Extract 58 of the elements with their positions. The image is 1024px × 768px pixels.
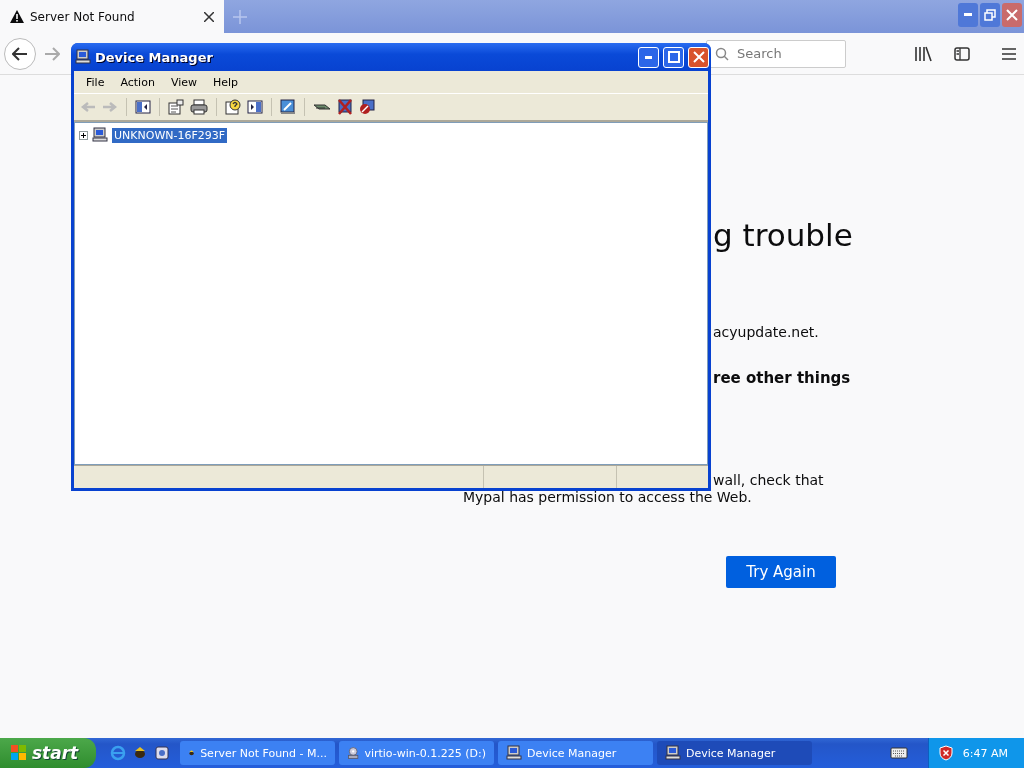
taskbar-button[interactable]: Server Not Found - M...: [180, 741, 335, 765]
try-again-button[interactable]: Try Again: [726, 556, 836, 588]
taskbar-button[interactable]: virtio-win-0.1.225 (D:): [339, 741, 494, 765]
printer-icon[interactable]: [190, 99, 208, 115]
back-button[interactable]: [4, 37, 36, 70]
keyboard-icon[interactable]: [889, 747, 908, 759]
search-icon: [715, 46, 729, 61]
restore-icon: [984, 9, 996, 21]
windows-logo-icon: [10, 744, 28, 762]
console-tree-icon[interactable]: [135, 100, 151, 114]
expand-icon[interactable]: [79, 130, 88, 140]
error-text: Mypal has permission to access the Web.: [463, 489, 753, 505]
computer-icon: [506, 745, 522, 761]
help-icon[interactable]: [225, 99, 241, 115]
menu-item[interactable]: View: [162, 75, 205, 89]
close-icon: [1006, 9, 1018, 21]
computer-icon: [92, 127, 108, 143]
taskbar-button[interactable]: Device Manager: [498, 741, 653, 765]
minimize-icon: [964, 13, 972, 17]
restore-button[interactable]: [980, 3, 1000, 27]
error-text: wall, check that: [713, 472, 825, 488]
maximize-button[interactable]: [663, 46, 684, 68]
sidebar-icon[interactable]: [954, 46, 970, 61]
close-button[interactable]: [688, 46, 709, 68]
minimize-button[interactable]: [638, 46, 659, 68]
action-pane-icon[interactable]: [247, 100, 263, 114]
browser-tab[interactable]: Server Not Found: [0, 0, 224, 33]
uninstall-icon[interactable]: [337, 99, 353, 115]
maximize-icon: [667, 51, 680, 63]
computer-icon: [75, 49, 91, 65]
search-box[interactable]: Search: [706, 39, 846, 68]
shield-icon[interactable]: [938, 745, 953, 761]
disable-icon[interactable]: [359, 99, 375, 115]
computer-icon: [665, 745, 681, 761]
close-icon[interactable]: [204, 11, 214, 22]
menu-item[interactable]: Help: [205, 75, 247, 89]
error-heading: g trouble: [713, 217, 854, 253]
taskbar-button[interactable]: Device Manager: [657, 741, 812, 765]
close-button[interactable]: [1002, 3, 1022, 27]
search-field[interactable]: Search: [735, 45, 829, 62]
properties-icon[interactable]: [168, 99, 184, 115]
minimize-button[interactable]: [958, 3, 978, 27]
minimize-icon: [644, 55, 653, 59]
start-button[interactable]: start: [0, 738, 96, 768]
error-text: acyupdate.net.: [713, 324, 820, 340]
disc-icon: [347, 745, 360, 761]
back-arrow-icon: [12, 46, 28, 61]
close-icon: [692, 51, 705, 63]
section-heading: ree other things: [713, 369, 852, 387]
tree-item[interactable]: UNKNOWN-16F293F: [112, 127, 228, 143]
menu-item[interactable]: File: [78, 75, 113, 89]
clock: 6:47 AM: [962, 746, 1008, 760]
warning-icon: [10, 10, 24, 23]
menu-icon[interactable]: [1002, 47, 1016, 60]
tab-title: Server Not Found: [30, 9, 136, 24]
library-icon[interactable]: [914, 45, 932, 62]
menu-item[interactable]: Action: [112, 75, 163, 89]
window-title: Device Manager: [95, 49, 214, 65]
